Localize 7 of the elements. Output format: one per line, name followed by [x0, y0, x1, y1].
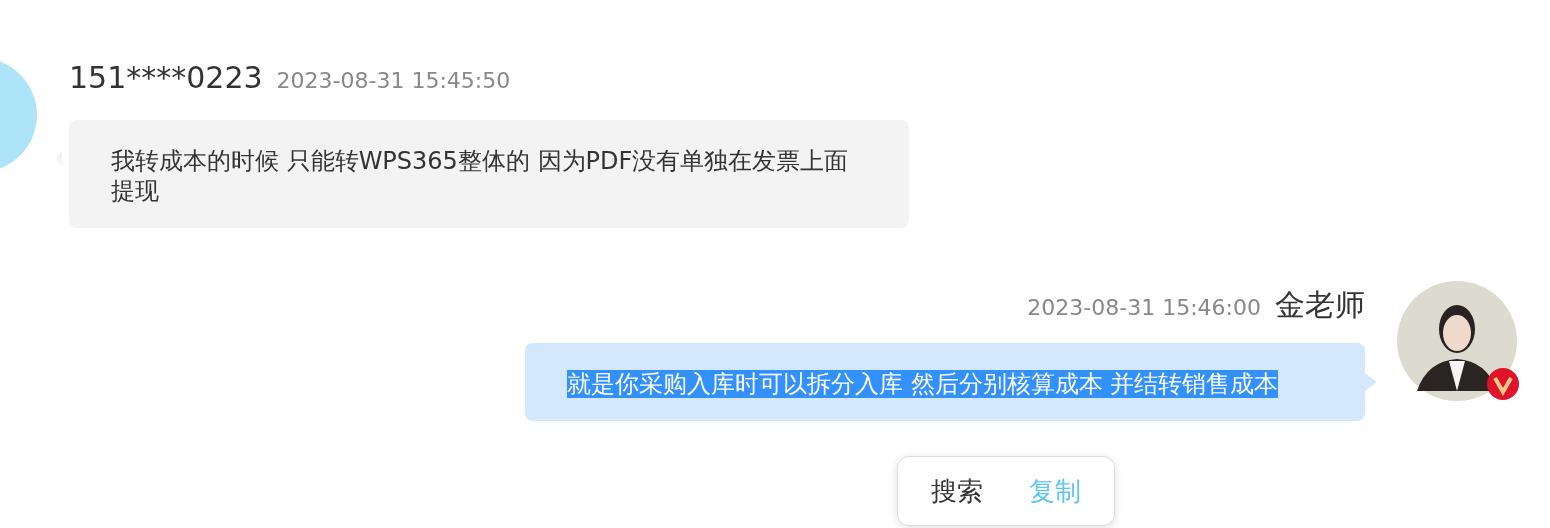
sender-name: 151****0223	[69, 60, 263, 95]
message-text: 我转成本的时候 只能转WPS365整体的 因为PDF没有单独在发票上面提现	[111, 146, 850, 206]
menu-item[interactable]: 搜索	[923, 469, 991, 513]
message-text: 就是你采购入库时可以拆分入库 然后分别核算成本 并结转销售成本	[567, 370, 1279, 398]
timestamp: 2023-08-31 15:45:50	[276, 68, 511, 93]
timestamp: 2023-08-31 15:46:00	[1027, 295, 1261, 320]
sender-name: 金老师	[1275, 286, 1365, 324]
